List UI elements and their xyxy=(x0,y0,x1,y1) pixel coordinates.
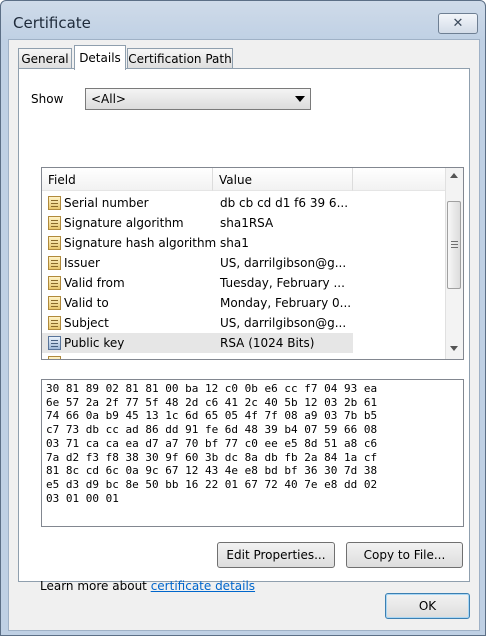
tab-certification-path-label: Certification Path xyxy=(128,51,232,66)
list-item[interactable]: Valid from Tuesday, February ... xyxy=(42,273,353,293)
certificate-field-icon xyxy=(48,316,61,330)
field-value: RSA (1024 Bits) xyxy=(220,336,315,350)
field-value: db cb cd d1 f6 39 6... xyxy=(220,196,349,210)
certificate-details-link[interactable]: certificate details xyxy=(151,579,255,593)
field-name: Signature hash algorithm xyxy=(64,236,217,250)
vertical-scrollbar[interactable] xyxy=(445,168,463,359)
certificate-dialog: Certificate ✕ General Details Certificat… xyxy=(0,0,486,636)
certificate-field-icon xyxy=(48,256,61,270)
scroll-up-icon[interactable] xyxy=(450,173,458,178)
list-item[interactable]: Subject US, darrilgibson@g... xyxy=(42,313,353,333)
certificate-field-icon xyxy=(48,216,61,230)
column-header-field[interactable]: Field xyxy=(42,168,213,191)
tab-general[interactable]: General xyxy=(18,48,72,68)
learn-more-text: Learn more about certificate details xyxy=(40,579,255,593)
field-value: Monday, February 0... xyxy=(220,296,352,310)
details-panel: Show <All> Field Value Serial number db … xyxy=(18,68,470,593)
column-header-value[interactable]: Value xyxy=(213,168,353,191)
field-name: Serial number xyxy=(64,196,149,210)
chevron-down-icon xyxy=(295,96,305,102)
scrollbar-thumb[interactable] xyxy=(447,201,461,289)
list-item[interactable]: Signature algorithm sha1RSA xyxy=(42,213,353,233)
certificate-field-icon xyxy=(48,296,61,310)
field-value: US, darrilgibson@g... xyxy=(220,316,347,330)
value-detail-text[interactable]: 30 81 89 02 81 81 00 ba 12 c0 0b e6 cc f… xyxy=(41,379,464,527)
field-name: Subject xyxy=(64,316,109,330)
edit-properties-button[interactable]: Edit Properties... xyxy=(217,542,335,568)
tab-general-label: General xyxy=(21,51,69,66)
field-name: Public key xyxy=(64,336,125,350)
public-key-icon xyxy=(48,336,61,350)
list-item[interactable]: Signature hash algorithm sha1 xyxy=(42,233,353,253)
show-dropdown-value: <All> xyxy=(91,92,126,106)
field-value: Tuesday, February ... xyxy=(220,276,345,290)
dialog-client-area: General Details Certification Path Show … xyxy=(8,39,480,631)
certificate-field-icon xyxy=(48,276,61,290)
list-item-partial[interactable] xyxy=(42,353,353,359)
field-name: Valid from xyxy=(64,276,125,290)
scroll-down-icon[interactable] xyxy=(450,346,458,351)
field-name: Valid to xyxy=(64,296,109,310)
ok-button[interactable]: OK xyxy=(385,593,470,619)
close-icon: ✕ xyxy=(452,16,464,31)
certificate-field-icon xyxy=(48,196,61,210)
field-value: sha1 xyxy=(220,236,249,250)
column-header-filler xyxy=(353,168,447,191)
window-title: Certificate xyxy=(13,14,91,32)
tab-details[interactable]: Details xyxy=(74,45,126,70)
close-button[interactable]: ✕ xyxy=(438,13,478,34)
field-value: sha1RSA xyxy=(220,216,274,230)
list-item-selected[interactable]: Public key RSA (1024 Bits) xyxy=(42,333,353,353)
tab-details-label: Details xyxy=(79,51,121,65)
list-item[interactable]: Serial number db cb cd d1 f6 39 6... xyxy=(42,193,353,213)
field-value: US, darrilgibson@g... xyxy=(220,256,347,270)
field-name: Signature algorithm xyxy=(64,216,184,230)
fields-list[interactable]: Field Value Serial number db cb cd d1 f6… xyxy=(41,167,464,360)
copy-to-file-button[interactable]: Copy to File... xyxy=(346,542,463,568)
list-item[interactable]: Issuer US, darrilgibson@g... xyxy=(42,253,353,273)
show-dropdown[interactable]: <All> xyxy=(85,88,311,110)
certificate-field-icon xyxy=(48,236,61,250)
field-name: Issuer xyxy=(64,256,100,270)
show-label: Show xyxy=(31,92,64,106)
tab-certification-path[interactable]: Certification Path xyxy=(127,48,233,68)
list-item[interactable]: Valid to Monday, February 0... xyxy=(42,293,353,313)
learn-more-prefix: Learn more about xyxy=(40,579,147,593)
certificate-field-icon xyxy=(48,356,61,359)
